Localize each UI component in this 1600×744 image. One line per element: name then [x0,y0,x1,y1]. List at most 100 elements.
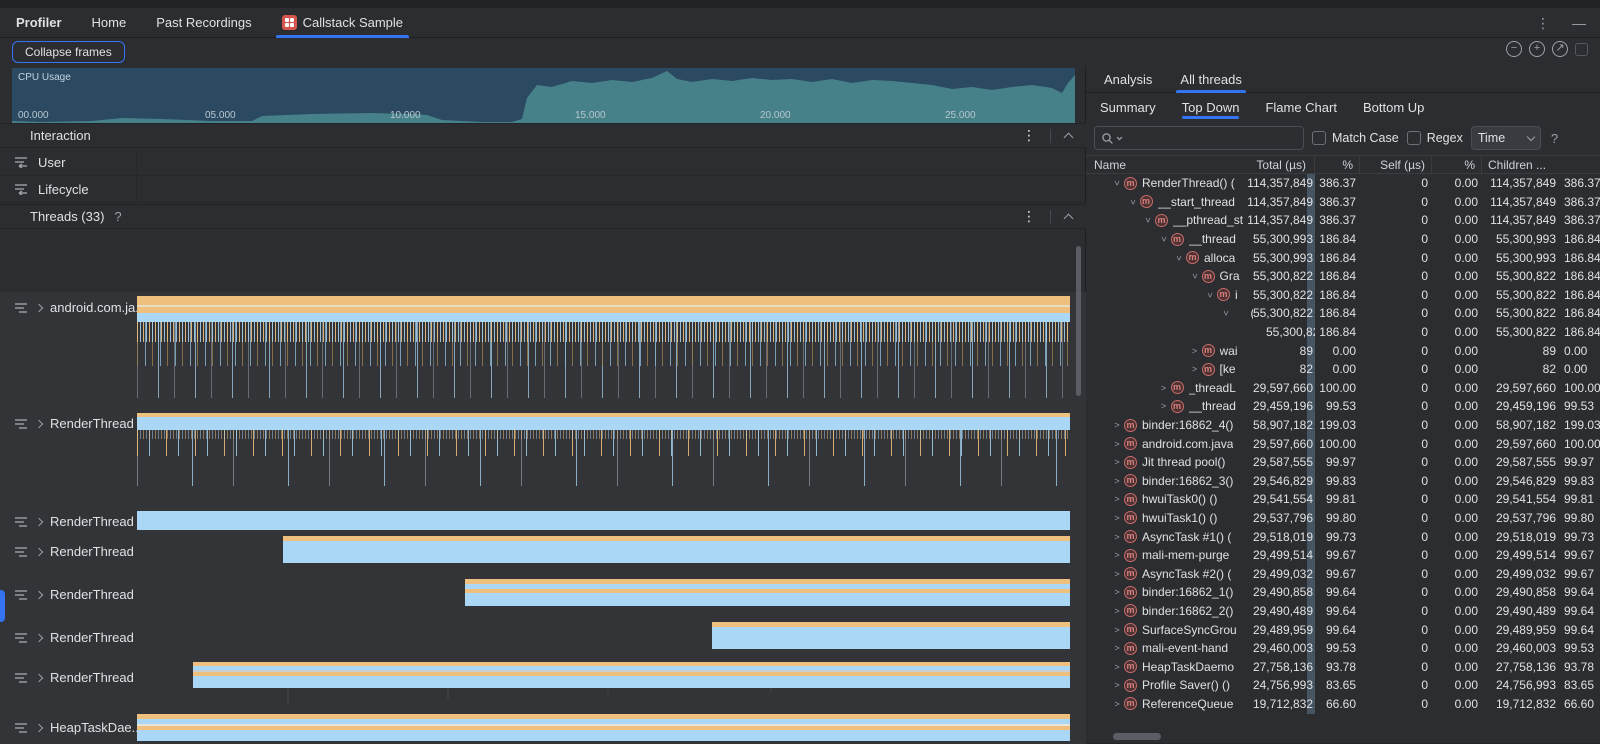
table-row[interactable]: > m hwuiTask1() () 29,537,796 99.80 0 0.… [1086,509,1600,528]
time-dropdown[interactable]: Time [1471,126,1541,150]
collapse-frames-button[interactable]: Collapse frames [12,41,125,63]
table-row[interactable]: > m HeapTaskDaemo 27,758,136 93.78 0 0.0… [1086,657,1600,676]
table-row[interactable]: > m i 55,300,822 186.84 0 0.00 55,300,82… [1086,286,1600,305]
table-row[interactable]: > m ( 55,300,822 186.84 0 0.00 55,300,82… [1086,304,1600,323]
tree-twisty-icon[interactable]: > [1190,269,1200,283]
match-case-checkbox[interactable]: Match Case [1312,131,1399,145]
tree-twisty-icon[interactable]: > [1157,401,1171,411]
table-row[interactable]: > m wai 89 0.00 0 0.00 89 0.00 [1086,341,1600,360]
tree-twisty-icon[interactable]: > [1110,476,1124,486]
tree-twisty-icon[interactable]: > [1110,494,1124,504]
tree-twisty-icon[interactable]: > [1110,680,1124,690]
table-row[interactable]: > m Jit thread pool() 29,587,555 99.97 0… [1086,453,1600,472]
tree-twisty-icon[interactable]: > [1112,176,1122,190]
thread-track-renderthread-2[interactable] [137,511,1070,530]
column-header-children[interactable]: Children ... [1482,156,1560,173]
interaction-section-header[interactable]: Interaction ⋮ [0,123,1086,148]
table-row[interactable]: > m __pthread_st 114,357,849 386.37 0 0.… [1086,211,1600,230]
table-row[interactable]: > m _threadL 29,597,660 100.00 0 0.00 29… [1086,379,1600,398]
thread-row-label[interactable]: RenderThread [0,514,137,529]
table-horizontal-scrollbar[interactable] [1113,733,1161,740]
table-row[interactable]: > m binder:16862_3() 29,546,829 99.83 0 … [1086,472,1600,491]
thread-track-android[interactable] [137,296,1070,400]
tree-twisty-icon[interactable]: > [1110,513,1124,523]
zoom-out-icon[interactable]: − [1506,41,1522,57]
tree-twisty-icon[interactable]: > [1110,420,1124,430]
thread-track-asynctask1[interactable] [137,714,1070,741]
interaction-kebab-icon[interactable]: ⋮ [1022,127,1036,144]
tree-twisty-icon[interactable]: > [1157,383,1171,393]
thread-row-label[interactable]: RenderThread [0,630,137,645]
table-row[interactable]: > m mali-event-hand 29,460,003 99.53 0 0… [1086,639,1600,658]
table-row[interactable]: > m SurfaceSyncGrou 29,489,959 99.64 0 0… [1086,620,1600,639]
help-icon[interactable]: ? [1551,131,1558,146]
cpu-usage-chart[interactable]: CPU Usage 00.000 05.000 10.000 15.000 20… [12,68,1075,123]
subtab-bottom-up[interactable]: Bottom Up [1363,93,1424,121]
table-row[interactable]: > m binder:16862_2() 29,490,489 99.64 0 … [1086,602,1600,621]
kebab-menu-icon[interactable]: ⋮ [1536,15,1550,32]
threads-help-icon[interactable]: ? [114,209,121,224]
tree-twisty-icon[interactable]: > [1205,288,1215,302]
table-row[interactable]: > m ReferenceQueue 19,712,832 66.60 0 0.… [1086,695,1600,714]
table-row[interactable]: m 55,300,822 186.84 0 0.00 55,300,822 18… [1086,323,1600,342]
table-row[interactable]: > m [ke 82 0.00 0 0.00 82 0.00 [1086,360,1600,379]
tree-twisty-icon[interactable]: > [1110,587,1124,597]
table-row[interactable]: > m binder:16862_1() 29,490,858 99.64 0 … [1086,583,1600,602]
table-row[interactable]: > m RenderThread() ( 114,357,849 386.37 … [1086,174,1600,193]
tab-all-threads[interactable]: All threads [1180,66,1241,93]
tree-twisty-icon[interactable]: > [1110,439,1124,449]
tree-twisty-icon[interactable]: > [1188,346,1202,356]
table-row[interactable]: > m Profile Saver() () 24,756,993 83.65 … [1086,676,1600,695]
column-header-pct2[interactable]: % [1432,156,1482,173]
tree-twisty-icon[interactable]: > [1110,569,1124,579]
timeline-vertical-scrollbar[interactable] [1076,246,1081,396]
menu-home[interactable]: Home [92,8,127,38]
table-row[interactable]: > m android.com.java 29,597,660 100.00 0… [1086,434,1600,453]
thread-row-label[interactable]: HeapTaskDae... [0,720,137,735]
menu-past-recordings[interactable]: Past Recordings [156,8,251,38]
column-header-pct1[interactable]: % [1315,156,1360,173]
zoom-in-icon[interactable]: + [1529,41,1545,57]
thread-track-renderthread-3[interactable] [283,536,1070,563]
interaction-collapse-icon[interactable] [1064,132,1074,142]
column-header-name[interactable]: NameTotal (µs) [1086,156,1315,173]
table-row[interactable]: > m binder:16862_4() 58,907,182 199.03 0… [1086,416,1600,435]
tree-twisty-icon[interactable]: > [1143,213,1153,227]
table-row[interactable]: > m __thread 55,300,993 186.84 0 0.00 55… [1086,230,1600,249]
reset-zoom-icon[interactable]: ↗ [1552,41,1568,57]
tree-twisty-icon[interactable]: > [1221,306,1231,320]
thread-track-renderthread-5[interactable] [712,622,1070,649]
thread-track-heaptask[interactable] [193,662,1070,688]
regex-checkbox[interactable]: Regex [1407,131,1463,145]
thread-row-label[interactable]: RenderThread [0,587,137,602]
search-input[interactable] [1094,126,1304,150]
table-row[interactable]: > m AsyncTask #1() ( 29,518,019 99.73 0 … [1086,527,1600,546]
tree-twisty-icon[interactable]: > [1110,606,1124,616]
thread-row-label[interactable]: RenderThread [0,670,137,685]
table-row[interactable]: > m mali-mem-purge 29,499,514 99.67 0 0.… [1086,546,1600,565]
table-row[interactable]: > m __thread 29,459,196 99.53 0 0.00 29,… [1086,397,1600,416]
tree-twisty-icon[interactable]: > [1110,662,1124,672]
tree-twisty-icon[interactable]: > [1110,532,1124,542]
thread-row-label[interactable]: RenderThread [0,416,137,431]
menu-profiler[interactable]: Profiler [16,8,62,38]
subtab-flame-chart[interactable]: Flame Chart [1265,93,1337,121]
thread-track-renderthread-1[interactable] [137,413,1070,488]
tree-twisty-icon[interactable]: > [1128,195,1138,209]
subtab-summary[interactable]: Summary [1100,93,1156,121]
table-row[interactable]: > m hwuiTask0() () 29,541,554 99.81 0 0.… [1086,490,1600,509]
table-row[interactable]: > m AsyncTask #2() ( 29,499,032 99.67 0 … [1086,564,1600,583]
thread-row-label[interactable]: android.com.ja... [0,300,137,315]
threads-collapse-icon[interactable] [1064,213,1074,223]
interaction-row-lifecycle[interactable]: Lifecycle [0,176,1086,203]
subtab-top-down[interactable]: Top Down [1182,93,1240,121]
tab-analysis[interactable]: Analysis [1104,66,1152,93]
tree-twisty-icon[interactable]: > [1174,251,1184,265]
tree-twisty-icon[interactable]: > [1159,232,1169,246]
threads-kebab-icon[interactable]: ⋮ [1022,208,1036,225]
threads-section-header[interactable]: Threads (33) ? ⋮ [0,204,1086,229]
interaction-row-user[interactable]: User [0,149,1086,176]
tree-twisty-icon[interactable]: > [1188,364,1202,374]
column-header-self[interactable]: Self (µs) [1360,156,1432,173]
tree-twisty-icon[interactable]: > [1110,457,1124,467]
